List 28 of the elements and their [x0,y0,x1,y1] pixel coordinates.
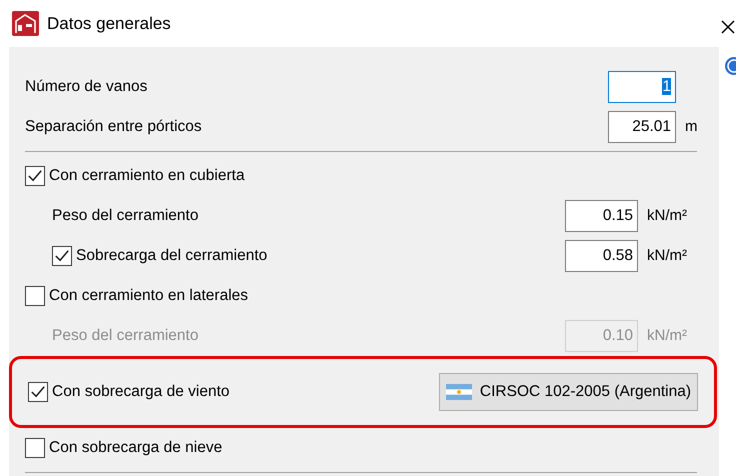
close-icon[interactable] [720,19,736,35]
checkbox[interactable] [52,246,72,266]
number-field[interactable]: 1 [608,71,676,103]
help-icon[interactable] [723,56,736,76]
field-label: Peso del cerramiento [52,326,200,346]
app-icon [12,11,39,36]
unit-label: kN/m² [647,326,688,346]
number-field[interactable]: 0.58 [565,240,638,272]
field-label: Número de vanos [25,77,148,98]
field-label: Peso del cerramiento [52,206,200,226]
number-field[interactable]: 0.15 [565,200,638,232]
window-title: Datos generales [47,12,171,35]
field-label: Separación entre pórticos [25,117,203,138]
checkbox[interactable] [28,382,48,402]
checkbox-label: Con cerramiento en laterales [49,286,250,306]
unit-label: kN/m² [647,246,688,266]
checkbox-label: Con cerramiento en cubierta [49,166,246,186]
unit-label: kN/m² [647,206,688,226]
checkbox-label: Con sobrecarga de nieve [49,438,224,458]
field-label: Sobrecarga del cerramiento [76,246,268,266]
number-field[interactable]: 25.01 [608,111,676,143]
checkbox[interactable] [25,286,45,306]
checkbox[interactable] [25,438,45,458]
checkbox-label: Con sobrecarga de viento [52,382,231,402]
flag-icon [446,384,472,400]
checkbox[interactable] [25,166,45,186]
standard-button[interactable]: CIRSOC 102-2005 (Argentina) [438,373,698,411]
unit-label: m [685,116,698,137]
